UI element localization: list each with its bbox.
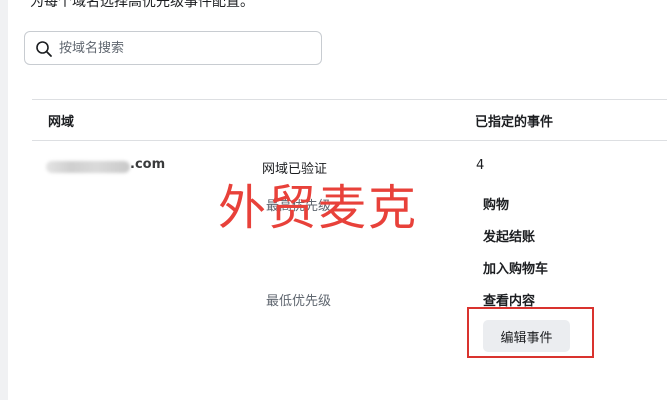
column-header-domain: 网域: [48, 115, 75, 130]
priority-low-label: 最低优先级: [266, 294, 332, 309]
search-icon: [36, 41, 52, 57]
table-header-divider: [32, 140, 667, 141]
watermark-text: 外贸麦克: [218, 180, 419, 236]
table-top-divider: [32, 99, 667, 100]
domain-suffix: .com: [130, 157, 166, 172]
event-count: 4: [476, 158, 485, 173]
redacted-domain: [46, 161, 130, 173]
event-item-purchase: 购物: [483, 198, 510, 213]
events-config-panel: 为每个域名选择高优先级事件配置。 网域 已指定的事件 .com 网域已验证 最高…: [8, 0, 667, 400]
event-item-initiate-checkout: 发起结账: [483, 230, 536, 245]
search-box[interactable]: [24, 31, 322, 65]
intro-text: 为每个域名选择高优先级事件配置。: [30, 0, 254, 10]
column-header-events: 已指定的事件: [475, 115, 554, 130]
edit-events-button[interactable]: 编辑事件: [483, 320, 570, 352]
search-input[interactable]: [59, 37, 309, 59]
event-item-add-to-cart: 加入购物车: [483, 262, 549, 277]
